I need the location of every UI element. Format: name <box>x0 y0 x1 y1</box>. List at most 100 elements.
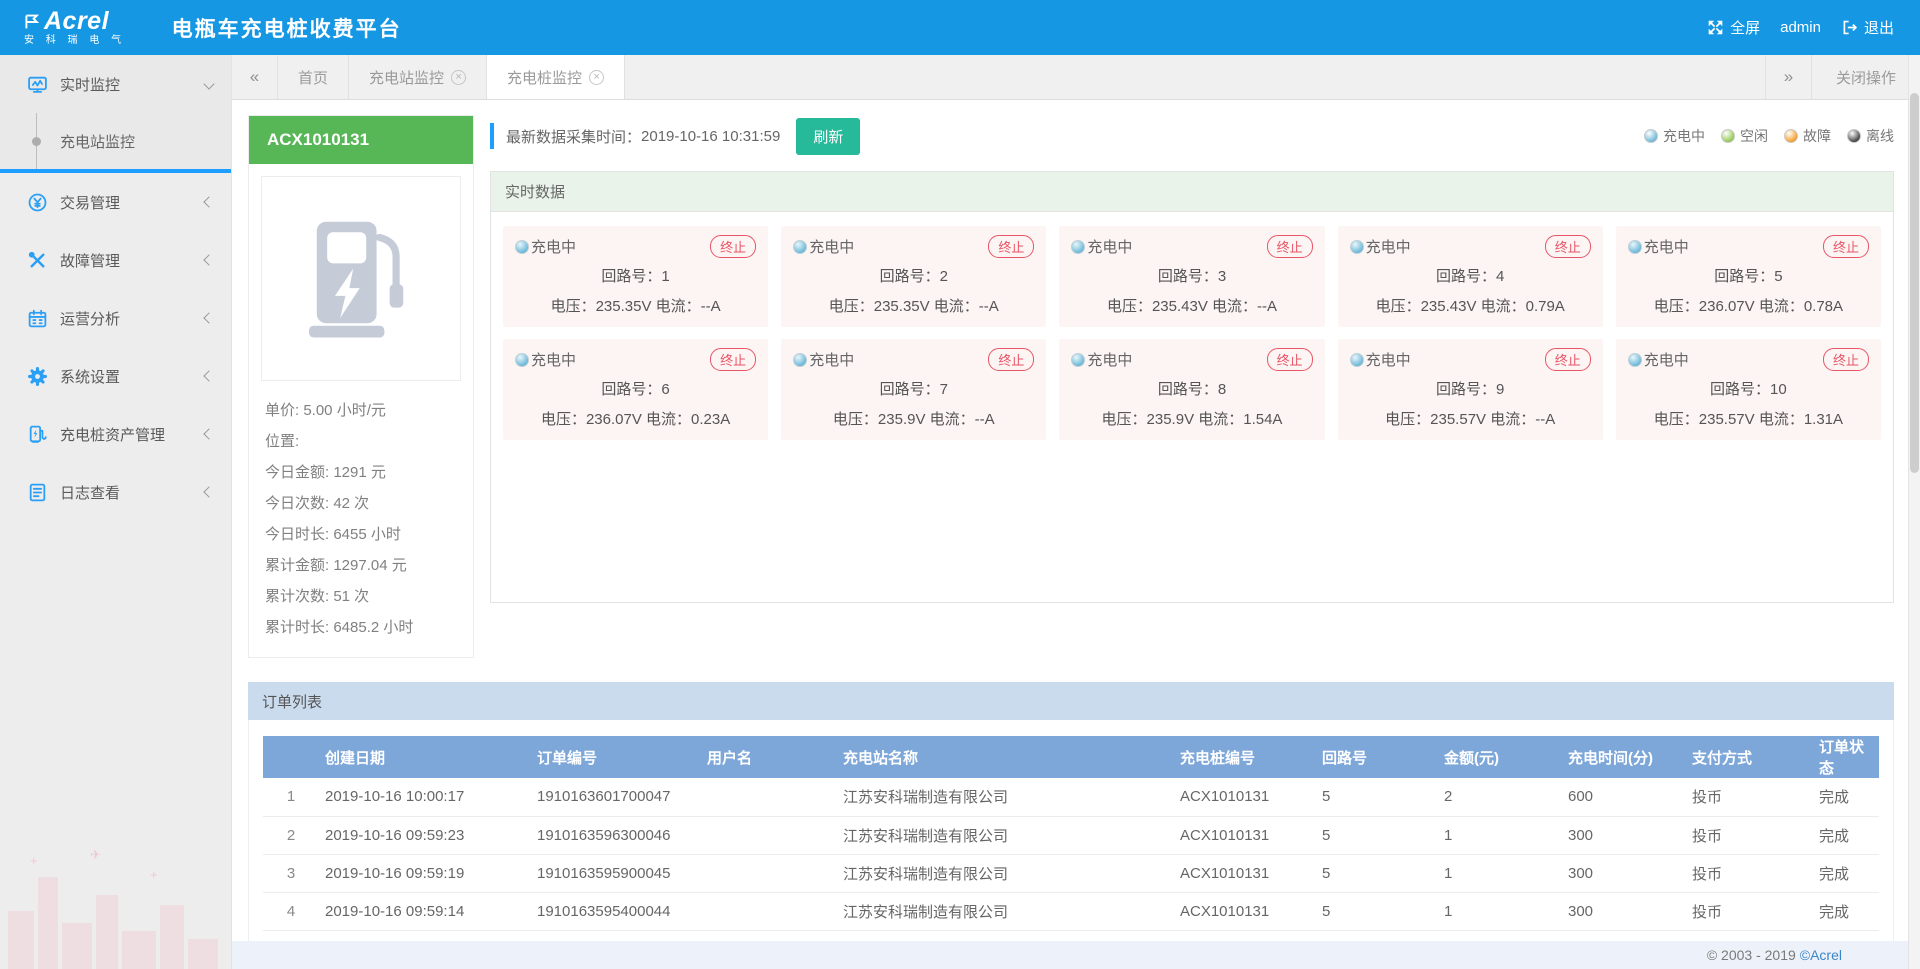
log-icon <box>26 481 48 503</box>
table-cell: 5 <box>1316 892 1438 930</box>
stop-button[interactable]: 终止 <box>1545 235 1591 258</box>
sidebar-item-label: 运营分析 <box>60 308 205 329</box>
table-cell: 完成 <box>1813 854 1879 892</box>
tab-2[interactable]: 充电桩监控× <box>487 55 625 99</box>
stop-button[interactable]: 终止 <box>988 235 1034 258</box>
table-row[interactable]: 42019-10-16 09:59:141910163595400044江苏安科… <box>263 892 1879 930</box>
column-header: 支付方式 <box>1686 736 1813 778</box>
refresh-button[interactable]: 刷新 <box>796 118 860 155</box>
tab-1[interactable]: 充电站监控 × <box>349 55 487 99</box>
charging-status-icon <box>1350 353 1364 367</box>
circuit-voltage-current: 电压：236.07V 电流：0.23A <box>515 408 756 429</box>
sidebar-item-1[interactable]: 交易管理 <box>0 173 231 231</box>
user-menu[interactable]: admin <box>1780 19 1821 36</box>
logout-button[interactable]: 退出 <box>1841 17 1894 38</box>
sidebar-item-4[interactable]: 系统设置 <box>0 347 231 405</box>
circuit-card-status-row: 充电中终止 <box>1350 348 1591 371</box>
circuit-number: 回路号：10 <box>1628 378 1869 399</box>
table-cell: 1910163596300046 <box>531 816 701 854</box>
table-cell: 完成 <box>1813 778 1879 816</box>
circuit-card-9: 充电中终止回路号：9电压：235.57V 电流：--A <box>1338 339 1603 440</box>
stop-button[interactable]: 终止 <box>1823 235 1869 258</box>
charging-status-icon <box>1628 353 1642 367</box>
sidebar-subitem-0[interactable]: 充电站监控 <box>0 113 231 169</box>
sidebar-item-label: 交易管理 <box>60 192 205 213</box>
index-column-header <box>263 736 319 778</box>
table-cell: 江苏安科瑞制造有限公司 <box>837 816 1174 854</box>
stop-button[interactable]: 终止 <box>1823 348 1869 371</box>
stop-button[interactable]: 终止 <box>710 235 756 258</box>
close-operations-label: 关闭操作 <box>1836 67 1896 88</box>
device-stat: 累计次数: 51 次 <box>265 581 457 612</box>
circuit-voltage-current: 电压：235.43V 电流：--A <box>1071 295 1312 316</box>
circuit-number: 回路号：8 <box>1071 378 1312 399</box>
table-cell: 5 <box>1316 930 1438 941</box>
table-cell: 5 <box>1316 778 1438 816</box>
circuit-status-label: 充电中 <box>531 236 576 257</box>
sidebar-item-label: 日志查看 <box>60 482 205 503</box>
table-cell: 1 <box>1438 816 1562 854</box>
scrollbar-thumb[interactable] <box>1910 93 1919 473</box>
tab-label: 充电站监控 <box>369 67 444 88</box>
table-cell: 5 <box>1316 854 1438 892</box>
stop-button[interactable]: 终止 <box>988 348 1034 371</box>
circuit-card-4: 充电中终止回路号：4电压：235.43V 电流：0.79A <box>1338 226 1603 327</box>
stop-button[interactable]: 终止 <box>1267 348 1313 371</box>
fullscreen-icon <box>1707 19 1724 36</box>
chevron-left-icon <box>203 428 214 439</box>
table-row[interactable]: 52019-10-16 09:57:351910163585500043江苏安科… <box>263 930 1879 941</box>
tab-close-icon[interactable]: × <box>451 70 466 85</box>
footer-brand-link[interactable]: ©Acrel <box>1800 947 1842 963</box>
column-header: 回路号 <box>1316 736 1438 778</box>
sidebar-item-3[interactable]: 运营分析 <box>0 289 231 347</box>
monitor-icon <box>26 73 48 95</box>
tab-0[interactable]: 首页 <box>278 55 349 99</box>
status-legend: 充电中空闲故障离线 <box>1644 126 1894 146</box>
circuit-voltage-current: 电压：235.35V 电流：--A <box>793 295 1034 316</box>
status-dot-icon <box>1721 129 1735 143</box>
footer-bar: © 2003 - 2019 ©Acrel <box>232 941 1920 969</box>
charging-status-icon <box>515 240 529 254</box>
legend-item-0: 充电中 <box>1644 126 1705 146</box>
stop-button[interactable]: 终止 <box>710 348 756 371</box>
brand-subtitle: 安 科 瑞 电 气 <box>24 36 126 46</box>
tab-close-icon[interactable]: × <box>589 70 604 85</box>
table-cell: 江苏安科瑞制造有限公司 <box>837 778 1174 816</box>
fullscreen-label: 全屏 <box>1730 17 1760 38</box>
table-row[interactable]: 22019-10-16 09:59:231910163596300046江苏安科… <box>263 816 1879 854</box>
table-cell: 2019-10-16 09:57:35 <box>319 930 531 941</box>
table-row[interactable]: 12019-10-16 10:00:171910163601700047江苏安科… <box>263 778 1879 816</box>
circuit-card-status-row: 充电中终止 <box>1628 235 1869 258</box>
sidebar-subitem-label: 充电站监控 <box>60 131 231 152</box>
circuit-card-7: 充电中终止回路号：7电压：235.9V 电流：--A <box>781 339 1046 440</box>
circuit-card-2: 充电中终止回路号：2电压：235.35V 电流：--A <box>781 226 1046 327</box>
table-cell: ACX1010131 <box>1174 892 1316 930</box>
table-cell: 2019-10-16 09:59:19 <box>319 854 531 892</box>
row-index: 2 <box>263 816 319 854</box>
row-index: 3 <box>263 854 319 892</box>
device-stat: 累计时长: 6485.2 小时 <box>265 612 457 643</box>
table-cell <box>701 892 837 930</box>
column-header: 金额(元) <box>1438 736 1562 778</box>
stop-button[interactable]: 终止 <box>1267 235 1313 258</box>
analysis-icon <box>26 307 48 329</box>
copyright-text: © 2003 - 2019 <box>1707 947 1796 963</box>
vertical-scrollbar[interactable] <box>1908 55 1920 969</box>
stop-button[interactable]: 终止 <box>1545 348 1591 371</box>
orders-table-header: 创建日期订单编号用户名充电站名称充电桩编号回路号金额(元)充电时间(分)支付方式… <box>263 736 1879 778</box>
tabs-scroll-right-icon[interactable]: » <box>1765 55 1811 99</box>
table-row[interactable]: 32019-10-16 09:59:191910163595900045江苏安科… <box>263 854 1879 892</box>
table-cell: 完成 <box>1813 816 1879 854</box>
table-cell: 1 <box>1438 892 1562 930</box>
circuit-card-5: 充电中终止回路号：5电压：236.07V 电流：0.78A <box>1616 226 1881 327</box>
circuit-voltage-current: 电压：235.57V 电流：1.31A <box>1628 408 1869 429</box>
sidebar-item-2[interactable]: 故障管理 <box>0 231 231 289</box>
sidebar-item-0[interactable]: 实时监控 <box>0 55 231 113</box>
tabs-scroll-left-icon[interactable]: « <box>232 55 278 99</box>
sidebar-item-5[interactable]: 充电桩资产管理 <box>0 405 231 463</box>
close-operations-button[interactable]: 关闭操作 <box>1811 55 1920 99</box>
sidebar-item-6[interactable]: 日志查看 <box>0 463 231 521</box>
fullscreen-button[interactable]: 全屏 <box>1707 17 1760 38</box>
device-stat: 单价: 5.00 小时/元 <box>265 395 457 426</box>
circuit-status-label: 充电中 <box>809 349 854 370</box>
